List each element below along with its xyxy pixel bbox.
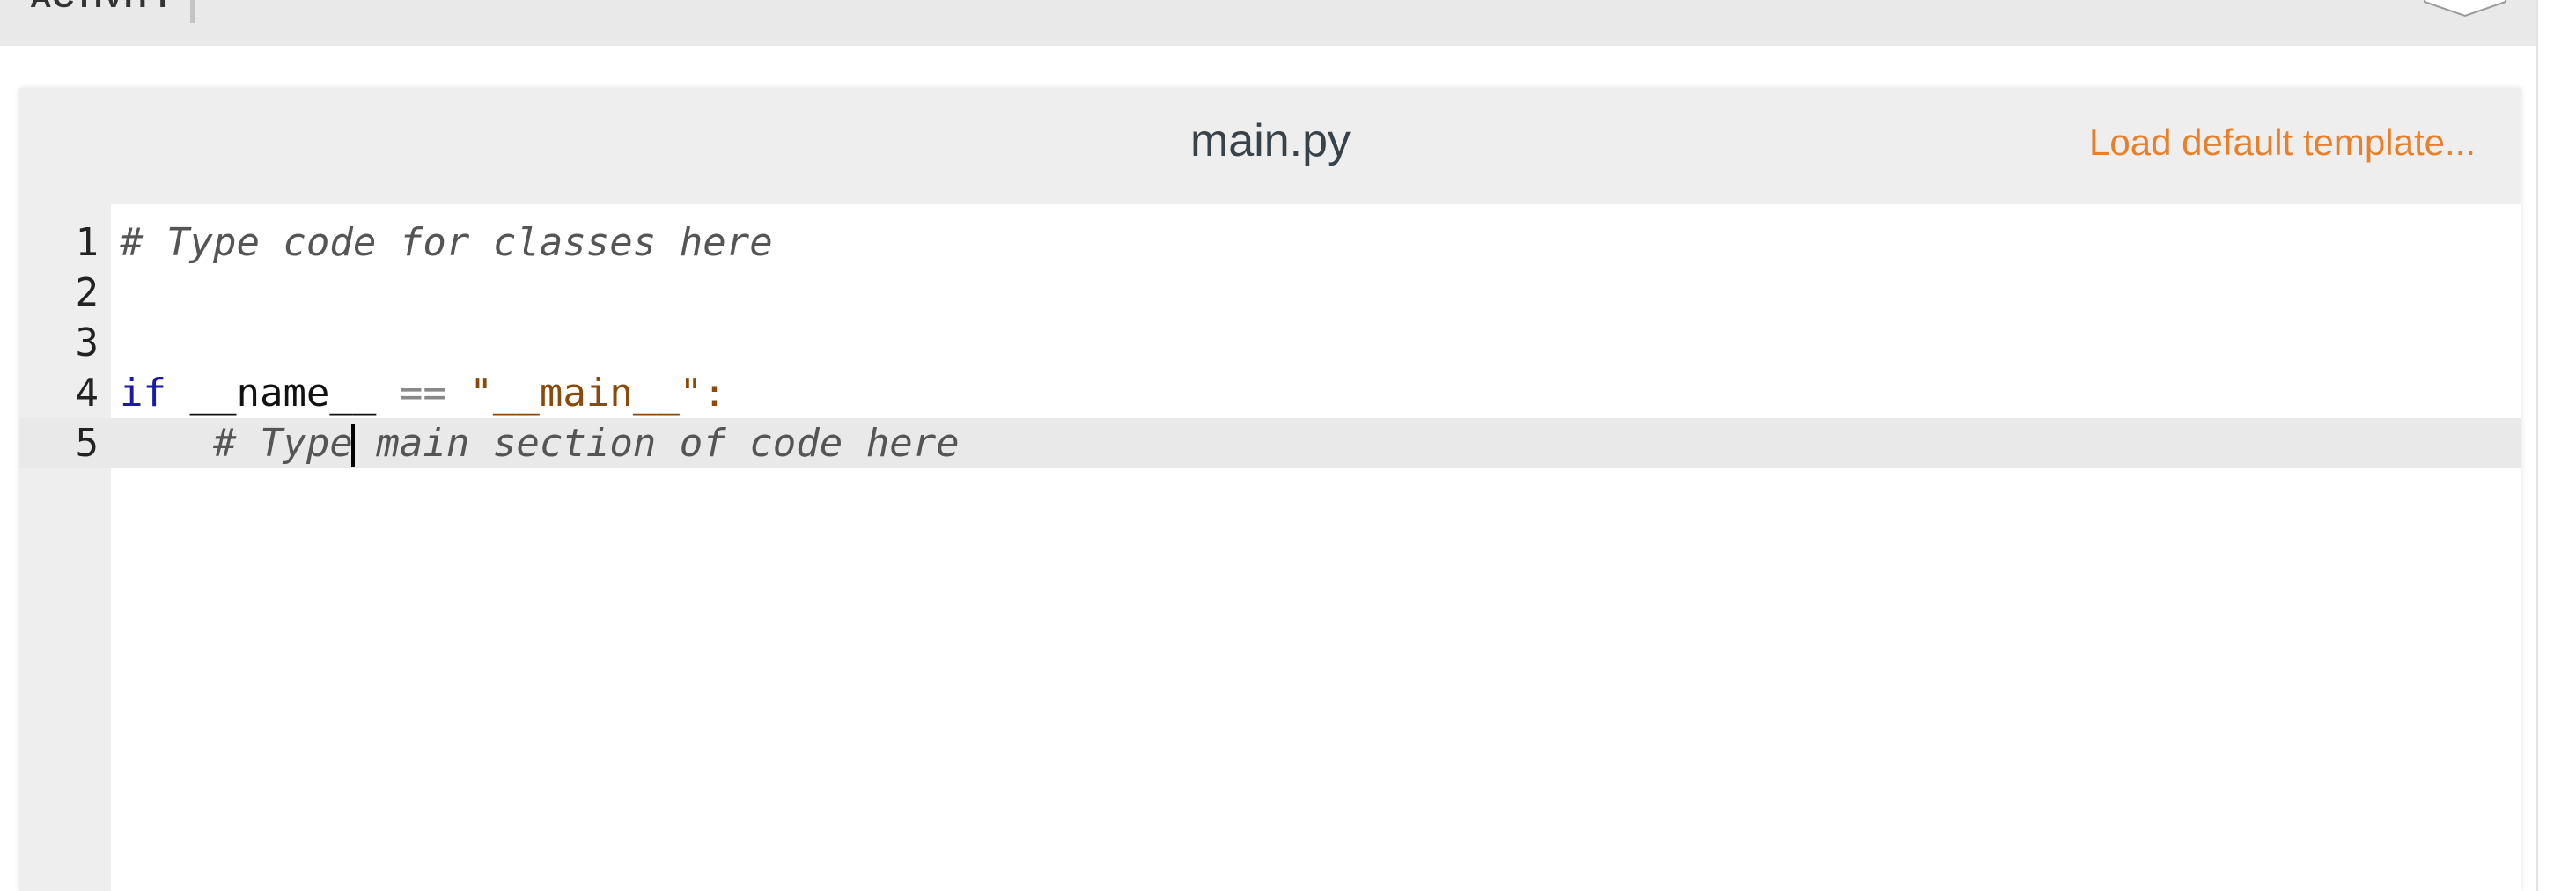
line-number: 1 bbox=[75, 220, 99, 265]
code-line-4[interactable]: 4 if __name__ == "__main__": bbox=[19, 368, 2521, 418]
code-keyword: if bbox=[120, 371, 166, 416]
code-comment: # Type code for classes here bbox=[120, 220, 773, 265]
code-identifier: __name__ bbox=[189, 371, 377, 416]
line-number: 5 bbox=[75, 421, 99, 466]
code-line-3[interactable]: 3 bbox=[19, 318, 2521, 368]
editor-header: main.py Load default template... bbox=[19, 88, 2521, 204]
code-line-text[interactable]: # Type code for classes here bbox=[120, 217, 773, 268]
code-line-1[interactable]: 1 # Type code for classes here bbox=[19, 217, 2521, 268]
activity-label: ACTIVITY bbox=[30, 0, 173, 15]
code-line-text[interactable]: # Type main section of code here bbox=[120, 418, 960, 468]
code-line-text[interactable]: if __name__ == "__main__": bbox=[120, 368, 726, 418]
activity-header: ACTIVITY bbox=[0, 0, 2536, 46]
code-line-5-active[interactable]: 5 # Type main section of code here bbox=[19, 418, 2521, 468]
code-operator: == bbox=[399, 371, 446, 416]
code-string: "__main__" bbox=[469, 371, 703, 416]
activity-badge-icon[interactable] bbox=[2423, 0, 2507, 18]
code-line-2[interactable]: 2 bbox=[19, 268, 2521, 318]
page: ACTIVITY main.py Load default template..… bbox=[0, 0, 2576, 891]
code-editor[interactable]: 1 # Type code for classes here 2 3 4 if … bbox=[19, 204, 2521, 891]
code-editor-panel: main.py Load default template... 1 # Typ… bbox=[19, 88, 2521, 891]
code-colon: : bbox=[703, 371, 726, 416]
load-default-template-link[interactable]: Load default template... bbox=[2089, 122, 2476, 164]
activity-divider bbox=[190, 0, 195, 23]
code-comment: main section of code here bbox=[352, 421, 960, 466]
line-number: 4 bbox=[75, 371, 99, 416]
line-number: 2 bbox=[75, 270, 99, 315]
line-number: 3 bbox=[75, 320, 99, 365]
page-scrollbar[interactable] bbox=[2536, 0, 2576, 891]
code-comment: # Type bbox=[212, 421, 353, 466]
